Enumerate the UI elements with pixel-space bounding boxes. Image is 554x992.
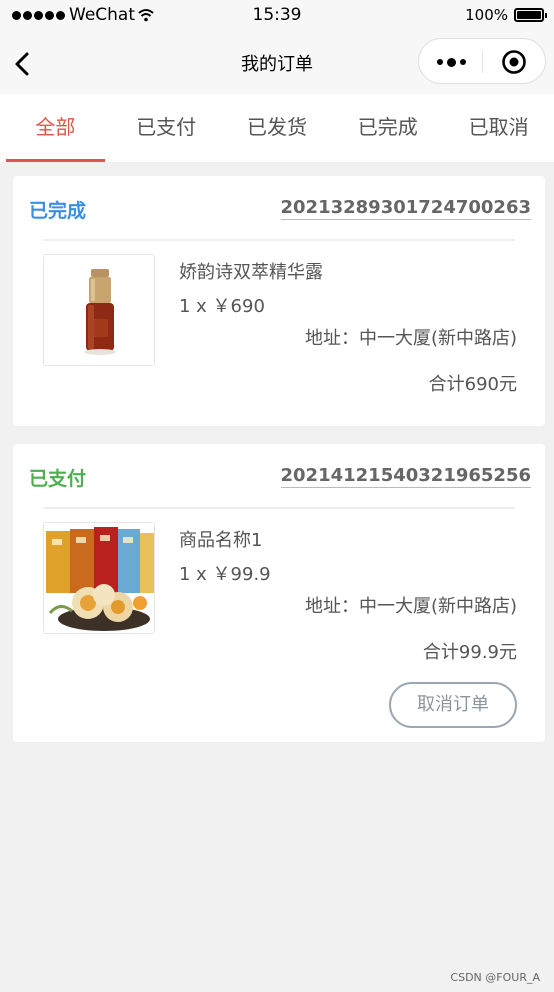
order-status-tabs: 全部 已支付 已发货 已完成 已取消 [0,94,554,162]
divider [43,239,515,241]
battery-indicator: 100% [465,6,547,24]
serum-bottle-image [44,255,154,365]
close-miniprogram-icon[interactable] [501,49,527,75]
store-address: 地址：中一大厦(新中路店) [304,596,517,617]
tab-paid[interactable]: 已支付 [111,94,222,162]
order-number: 20214121540321965256 [280,465,531,488]
nav-bar: 我的订单 [0,34,554,94]
order-card[interactable]: 已支付 20214121540321965256 商品名称1 1 x ￥99.9… [13,444,545,742]
status-bar: WeChat 15:39 100% [0,0,554,34]
miniprogram-capsule [418,38,546,84]
battery-percent: 100% [465,6,508,24]
capsule-divider [482,51,483,73]
order-total: 合计99.9元 [422,642,517,663]
order-total: 合计690元 [428,374,517,395]
product-name: 商品名称1 [179,530,263,551]
product-image[interactable] [43,522,155,634]
tab-shipped[interactable]: 已发货 [222,94,333,162]
battery-icon [514,8,547,22]
watermark: CSDN @FOUR_A [450,971,540,984]
product-quantity-price: 1 x ￥690 [179,296,265,317]
tab-all[interactable]: 全部 [0,94,111,162]
product-name: 娇韵诗双萃精华露 [179,262,323,283]
order-card[interactable]: 已完成 20213289301724700263 娇韵诗双萃精华露 1 x ￥6… [13,176,545,426]
cancel-order-button[interactable]: 取消订单 [389,682,517,728]
order-status-label: 已完成 [29,200,87,222]
tab-completed[interactable]: 已完成 [332,94,443,162]
order-number: 20213289301724700263 [280,197,531,220]
order-status-label: 已支付 [29,468,87,490]
product-image[interactable] [43,254,155,366]
store-address: 地址：中一大厦(新中路店) [304,328,517,349]
product-quantity-price: 1 x ￥99.9 [179,564,271,585]
divider [43,507,515,509]
tab-cancelled[interactable]: 已取消 [443,94,554,162]
mooncake-box-image [44,523,154,633]
more-icon[interactable] [433,53,469,71]
